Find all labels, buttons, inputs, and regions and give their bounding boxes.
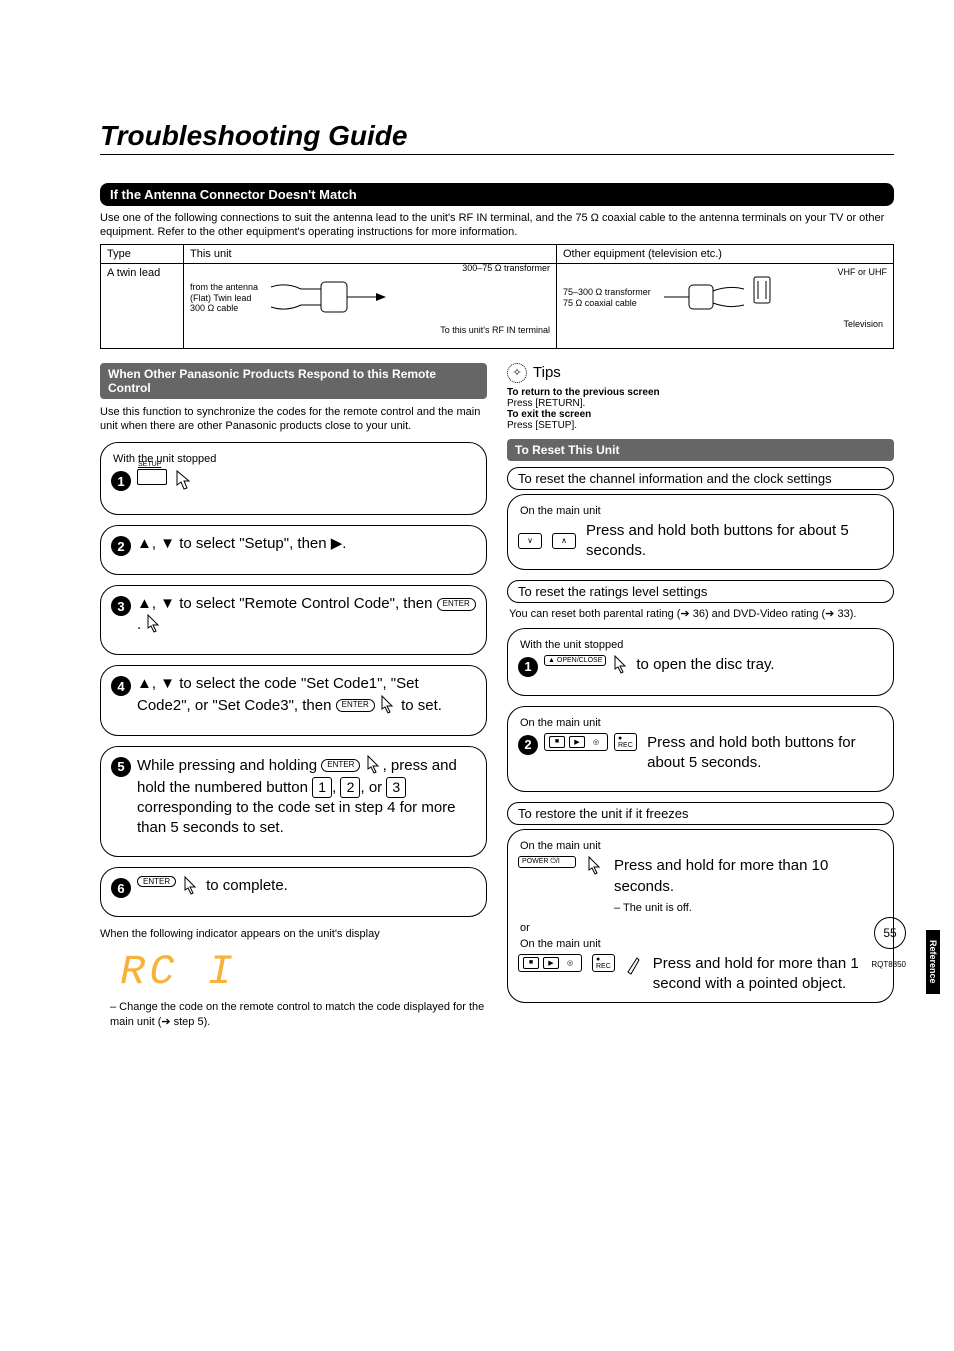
- remote-step-3: 3 ▲, ▼ to select "Remote Control Code", …: [111, 594, 476, 636]
- remote-step-6: 6 ENTER to complete.: [111, 876, 476, 898]
- indicator-note: – Change the code on the remote control …: [110, 1000, 487, 1029]
- remote-step-4: 4 ▲, ▼ to select the code "Set Code1", "…: [111, 674, 476, 716]
- step2-text: ▲, ▼ to select "Setup", then ▶.: [137, 534, 346, 554]
- numkey-2: 2: [340, 777, 360, 798]
- remote-step-2: 2 ▲, ▼ to select "Setup", then ▶.: [111, 534, 476, 556]
- transformer-diagram-this-unit: 300–75 Ω transformer To this unit's RF I…: [266, 267, 550, 330]
- cursor-icon: [379, 697, 397, 714]
- ch-down-icon: ∨: [518, 533, 542, 549]
- cursor-icon: [586, 856, 604, 881]
- step-number-6: 6: [111, 878, 131, 898]
- transformer-diagram-other: VHF or UHF Television: [659, 267, 887, 330]
- setup-button-icon: SETUP: [137, 469, 167, 485]
- reset-section-heading: To Reset This Unit: [507, 439, 894, 461]
- play-btn-icon: ▶: [569, 736, 585, 748]
- reset2-intro: You can reset both parental rating (➔ 36…: [509, 607, 894, 622]
- step-number-1: 1: [111, 471, 131, 491]
- lightbulb-icon: ✧: [507, 363, 527, 383]
- unit-front-panel-icon: ■ ▶ ◎: [544, 733, 608, 751]
- reset-channel-group: On the main unit ∨ ∧ Press and hold both…: [507, 494, 894, 571]
- remote-intro: Use this function to synchronize the cod…: [100, 405, 487, 435]
- page-number: 55: [874, 917, 906, 949]
- unit-front-panel-icon: ■ ▶ ◎: [518, 954, 582, 972]
- table-head-type: Type: [101, 244, 184, 263]
- reset-freeze-group: On the main unit POWER ⏻/I Press and hol…: [507, 829, 894, 1003]
- reset-ratings-step2: On the main unit 2 ■ ▶ ◎ ● REC Press and…: [507, 706, 894, 793]
- stop-btn-icon: ■: [549, 736, 565, 748]
- dot-icon: ◎: [589, 737, 603, 747]
- remote-section-heading: When Other Panasonic Products Respond to…: [100, 363, 487, 399]
- manual-page: Troubleshooting Guide If the Antenna Con…: [0, 0, 954, 1069]
- television-label: Television: [843, 319, 883, 330]
- step5-text: While pressing and holding ENTER , press…: [137, 755, 476, 839]
- step4-text: ▲, ▼ to select the code "Set Code1", "Se…: [137, 674, 476, 716]
- table-cell-other: 75–300 Ω transformer 75 Ω coaxial cable: [557, 263, 894, 348]
- table-head-this-unit: This unit: [184, 244, 557, 263]
- table-cell-this-unit: from the antenna (Flat) Twin lead 300 Ω …: [184, 263, 557, 348]
- tips-return-head: To return to the previous screen: [507, 387, 894, 398]
- step-number-5: 5: [111, 757, 131, 777]
- enter-button-icon: ENTER: [437, 598, 476, 611]
- step3-text: ▲, ▼ to select "Remote Control Code", th…: [137, 594, 476, 636]
- step1-caption: With the unit stopped: [113, 453, 476, 465]
- reset1-body: Press and hold both buttons for about 5 …: [586, 521, 883, 562]
- cursor-icon: [365, 757, 383, 774]
- pointed-object-icon: [625, 954, 643, 979]
- reset-ratings-head: To reset the ratings level settings: [507, 580, 894, 603]
- step-number-3: 3: [111, 596, 131, 616]
- vhf-uhf-label: VHF or UHF: [838, 267, 888, 278]
- tips-exit-body: Press [SETUP].: [507, 420, 894, 431]
- numkey-1: 1: [312, 777, 332, 798]
- page-title: Troubleshooting Guide: [100, 120, 894, 152]
- footer-code: RQT8850: [871, 960, 906, 969]
- antenna-table: Type This unit Other equipment (televisi…: [100, 244, 894, 349]
- reset-ratings-step1: With the unit stopped 1 ▲ OPEN/CLOSE to …: [507, 628, 894, 696]
- step-number-2: 2: [111, 536, 131, 556]
- cursor-icon: [145, 616, 163, 633]
- rec-button-icon: ● REC: [592, 954, 615, 972]
- transformer-label: 300–75 Ω transformer: [462, 263, 550, 274]
- indicator-line: When the following indicator appears on …: [100, 927, 487, 942]
- rf-in-label: To this unit's RF IN terminal: [440, 325, 550, 336]
- reset1-caption: On the main unit: [520, 505, 883, 517]
- step6-text: to complete.: [206, 876, 288, 896]
- step-number-4: 4: [111, 676, 131, 696]
- other-labels-left: 75–300 Ω transformer 75 Ω coaxial cable: [563, 287, 651, 309]
- antenna-intro-text: Use one of the following connections to …: [100, 212, 894, 240]
- unit-display-indicator: RC I: [120, 948, 487, 996]
- reset-freeze-head: To restore the unit if it freezes: [507, 802, 894, 825]
- antenna-section-heading: If the Antenna Connector Doesn't Match: [100, 183, 894, 206]
- title-rule: [100, 154, 894, 155]
- cursor-icon: [612, 655, 630, 677]
- table-row-label: A twin lead: [101, 263, 184, 348]
- remote-step-1: 1 SETUP: [111, 469, 476, 496]
- step-number-2: 2: [518, 735, 538, 755]
- rec-button-icon: ● REC: [614, 733, 637, 751]
- step-number-1: 1: [518, 657, 538, 677]
- power-button-icon: POWER ⏻/I: [518, 856, 576, 868]
- reset-channel-head: To reset the channel information and the…: [507, 467, 894, 490]
- open-close-button-icon: ▲ OPEN/CLOSE: [544, 655, 606, 666]
- remote-step-5: 5 While pressing and holding ENTER , pre…: [111, 755, 476, 839]
- cursor-icon: [182, 876, 200, 898]
- enter-button-icon: ENTER: [137, 876, 176, 887]
- ch-up-icon: ∧: [552, 533, 576, 549]
- tips-return-body: Press [RETURN].: [507, 398, 894, 409]
- enter-button-icon: ENTER: [336, 699, 375, 712]
- tips-exit-head: To exit the screen: [507, 409, 894, 420]
- table-head-other: Other equipment (television etc.): [557, 244, 894, 263]
- enter-button-icon: ENTER: [321, 759, 360, 772]
- side-tab-reference: Reference: [926, 930, 940, 994]
- numkey-3: 3: [386, 777, 406, 798]
- tips-heading: ✧ Tips: [507, 363, 894, 383]
- twin-lead-labels: from the antenna (Flat) Twin lead 300 Ω …: [190, 282, 258, 314]
- cursor-icon: [173, 469, 193, 496]
